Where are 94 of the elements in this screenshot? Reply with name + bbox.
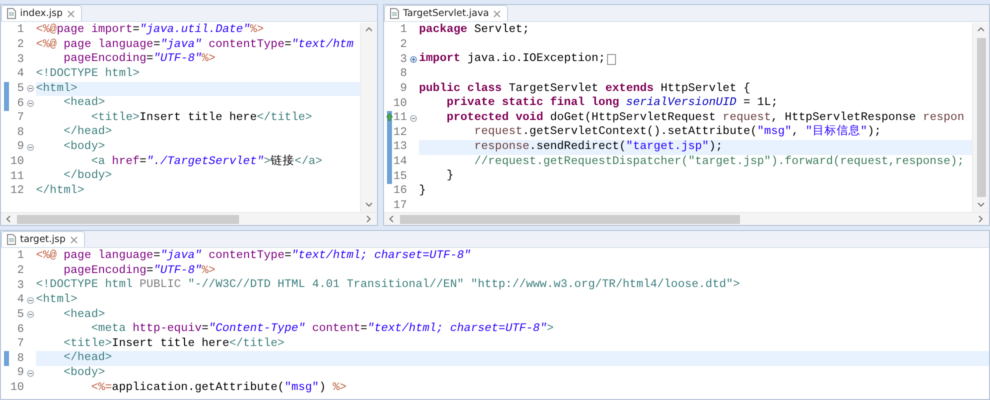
code-line: request.getServletContext().setAttribute("msg", "目标信息"); — [473, 125, 882, 140]
expand-icon[interactable] — [410, 56, 416, 64]
code-line: <%=application.getAttribute("msg") %> — [90, 380, 348, 396]
folded-code-icon[interactable] — [607, 54, 616, 66]
line-number: 9 — [16, 366, 24, 380]
vertical-scrollbar[interactable] — [360, 23, 377, 212]
line-number: 6 — [16, 322, 24, 337]
file-icon — [7, 8, 16, 19]
editor-tab[interactable]: index.jsp — [1, 5, 82, 21]
code-line: <body> — [62, 366, 106, 381]
line-number: 11 — [9, 170, 24, 184]
code-line: } — [446, 169, 455, 184]
code-line: //request.getRequestDispatcher("target.jsp").forward(request,response); — [473, 154, 966, 170]
line-number: 7 — [16, 111, 24, 126]
line-number: 16 — [392, 184, 407, 198]
code-line: pageEncoding="UTF-8"%> — [62, 264, 216, 278]
scroll-right-icon[interactable] — [365, 215, 373, 223]
line-number: 8 — [16, 352, 24, 366]
code-line: package Servlet; — [419, 23, 530, 38]
line-number: 5 — [16, 308, 24, 322]
collapse-icon[interactable] — [26, 100, 34, 108]
code-line: <meta http-equiv="Content-Type" content="text/html; charset=UTF-8"> — [90, 322, 555, 337]
line-number: 1 — [16, 23, 24, 38]
file-icon — [7, 234, 16, 245]
code-line: <!DOCTYPE html> — [36, 66, 141, 82]
code-line: <title>Insert title here</title> — [62, 336, 286, 352]
code-line: protected void doGet(HttpServletRequest request, HttpServletResponse respon — [446, 110, 966, 124]
close-icon[interactable] — [70, 236, 78, 244]
line-number: 1 — [16, 249, 24, 264]
scroll-right-icon[interactable] — [977, 215, 985, 223]
line-number: 15 — [392, 170, 407, 184]
line-number: 11 — [392, 111, 407, 126]
line-number: 13 — [392, 140, 407, 154]
code-line: public class TargetServlet extends HttpServlet { — [419, 82, 752, 96]
line-number: 3 — [16, 52, 24, 67]
collapse-icon[interactable] — [26, 296, 34, 304]
line-number: 4 — [16, 67, 24, 82]
code-line: </head> — [62, 125, 113, 140]
code-line: <%@ page language="java" contentType="text/html; charset=UTF-8" — [36, 249, 472, 264]
line-number: 2 — [16, 264, 24, 278]
collapse-icon[interactable] — [26, 311, 34, 318]
scroll-up-icon[interactable] — [977, 26, 985, 34]
line-number: 6 — [16, 96, 24, 111]
vertical-scrollbar[interactable] — [972, 23, 989, 212]
code-line: <head> — [62, 308, 106, 322]
code-line: </html> — [36, 184, 86, 199]
code-line: <!DOCTYPE html PUBLIC "-//W3C//DTD HTML 4.01 Transitional//EN" "http://www.w3.org/TR/html4/loose.dtd"> — [36, 278, 741, 293]
collapse-icon[interactable] — [26, 85, 34, 92]
line-number: 4 — [16, 293, 24, 308]
scroll-left-icon[interactable] — [388, 215, 396, 223]
code-line: <html> — [36, 292, 78, 308]
line-number: 9 — [16, 140, 24, 154]
code-line: pageEncoding="UTF-8"%> — [62, 52, 216, 67]
close-icon[interactable] — [66, 10, 75, 18]
collapse-icon[interactable] — [410, 114, 416, 122]
line-number: 10 — [9, 155, 24, 170]
code-line: private static final long serialVersionUID = 1L; — [446, 96, 779, 111]
line-number: 12 — [392, 126, 407, 140]
file-icon — [390, 8, 399, 19]
close-icon[interactable] — [492, 10, 501, 18]
line-number: 2 — [16, 38, 24, 52]
line-number: 17 — [392, 199, 407, 212]
scroll-up-icon[interactable] — [365, 26, 373, 34]
line-number: 8 — [16, 126, 24, 140]
line-number: 8 — [399, 67, 407, 82]
line-number: 7 — [16, 337, 24, 352]
code-line: <%@page import="java.util.Date"%> — [36, 23, 265, 38]
line-number: 10 — [9, 381, 24, 396]
line-number: 3 — [399, 52, 407, 67]
horizontal-scrollbar[interactable] — [384, 212, 989, 225]
code-line: <a href="./TargetServlet">链接</a> — [90, 154, 324, 170]
line-number: 2 — [399, 38, 407, 52]
line-number: 5 — [16, 82, 24, 96]
scroll-down-icon[interactable] — [977, 201, 985, 209]
scroll-down-icon[interactable] — [365, 201, 373, 209]
line-number: 3 — [16, 278, 24, 293]
code-line: } — [419, 184, 427, 199]
line-number: 14 — [392, 155, 407, 170]
code-line: <head> — [62, 96, 106, 111]
line-number: 1 — [399, 23, 407, 38]
code-line: </body> — [62, 169, 113, 184]
collapse-icon[interactable] — [26, 370, 34, 377]
editor-tab[interactable]: target.jsp — [1, 231, 85, 247]
code-line: import java.io.IOException; — [419, 52, 972, 67]
scroll-left-icon[interactable] — [5, 215, 13, 223]
line-number: 9 — [399, 82, 407, 96]
code-line: <body> — [62, 140, 106, 155]
line-number: 10 — [392, 96, 407, 111]
horizontal-scrollbar[interactable] — [1, 212, 377, 225]
collapse-icon[interactable] — [26, 144, 34, 151]
code-line: <%@ page language="java" contentType="text/htm — [36, 38, 355, 52]
editor-tab[interactable]: TargetServlet.java — [384, 5, 508, 21]
code-line: <title>Insert title here</title> — [90, 110, 314, 126]
line-number: 12 — [9, 184, 24, 198]
